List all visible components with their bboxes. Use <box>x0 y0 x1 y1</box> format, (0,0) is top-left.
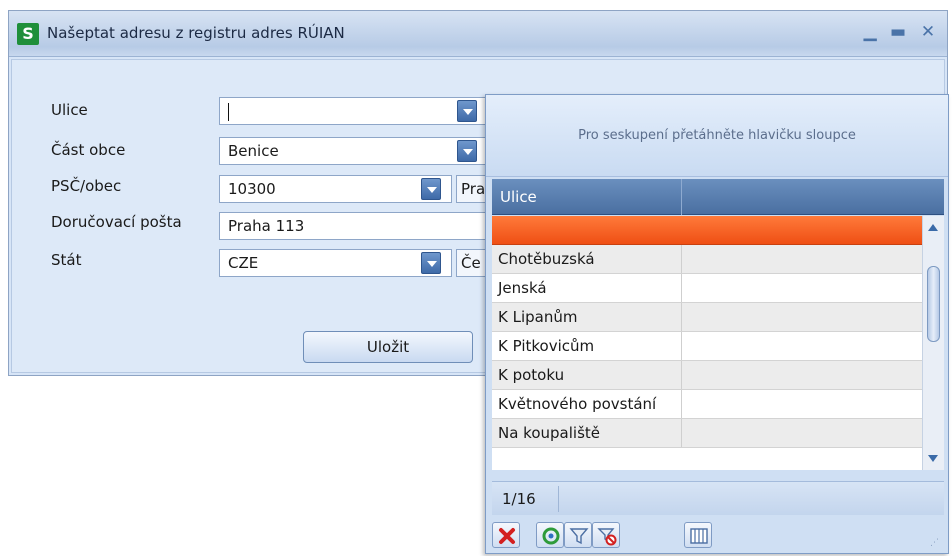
zip-input[interactable]: 10300 <box>219 175 452 203</box>
street-label: Ulice <box>51 101 88 119</box>
city-value: Pra <box>461 180 486 198</box>
country-code-value: CZE <box>228 254 259 272</box>
maximize-icon[interactable]: ▬ <box>887 21 909 43</box>
post-office-value: Praha 113 <box>228 217 305 235</box>
minimize-icon[interactable]: ▁ <box>859 21 881 43</box>
street-name-cell: K Pitkovicům <box>492 332 682 360</box>
zip-value: 10300 <box>228 180 276 198</box>
close-icon[interactable]: ✕ <box>917 21 939 43</box>
app-logo-icon: S <box>17 23 39 45</box>
clear-filter-button[interactable] <box>592 522 620 548</box>
list-item[interactable]: Jenská <box>492 274 922 303</box>
country-name-value: Če <box>461 254 481 272</box>
street-name-cell: Na koupaliště <box>492 419 682 447</box>
list-item[interactable]: Na koupaliště <box>492 419 922 448</box>
clear-button[interactable] <box>492 522 520 548</box>
post-office-label: Doručovací pošta <box>51 213 182 231</box>
list-item[interactable]: K Lipanům <box>492 303 922 332</box>
zip-city-label: PSČ/obec <box>51 177 122 195</box>
title-bar[interactable]: S Našeptat adresu z registru adres RÚIAN… <box>9 11 947 57</box>
street-name-cell: K Lipanům <box>492 303 682 331</box>
resize-grip-icon[interactable]: ⋰ <box>930 538 940 548</box>
list-item[interactable]: Chotěbuzská <box>492 245 922 274</box>
street-input[interactable] <box>219 97 489 125</box>
columns-button[interactable] <box>684 522 712 548</box>
columns-icon <box>690 528 708 544</box>
list-item[interactable]: Květnového povstání <box>492 390 922 419</box>
refresh-button[interactable] <box>536 522 564 548</box>
save-button[interactable]: Uložit <box>303 331 473 363</box>
list-item[interactable] <box>492 216 922 245</box>
pager-divider <box>558 486 559 512</box>
vertical-scrollbar[interactable] <box>922 216 944 470</box>
street-suggestion-popup: Pro seskupení přetáhněte hlavičku sloupc… <box>485 94 949 554</box>
scroll-thumb[interactable] <box>927 266 940 342</box>
country-input[interactable]: CZE <box>219 249 452 277</box>
scroll-up-icon[interactable] <box>928 224 938 231</box>
grid-toolbar: ⋰ <box>492 520 944 552</box>
text-caret <box>228 102 229 121</box>
street-name-cell: K potoku <box>492 361 682 389</box>
clear-filter-icon <box>597 528 617 546</box>
zip-dropdown-icon[interactable] <box>421 178 441 200</box>
street-list: Chotěbuzská Jenská K Lipanům K Pitkovicům K … <box>492 216 922 470</box>
street-name-cell: Květnového povstání <box>492 390 682 418</box>
street-dropdown-icon[interactable] <box>457 100 477 122</box>
group-panel-hint[interactable]: Pro seskupení přetáhněte hlavičku sloupc… <box>486 95 948 177</box>
grid-header: Ulice <box>492 179 944 215</box>
list-item[interactable]: K potoku <box>492 361 922 390</box>
district-input[interactable]: Benice <box>219 137 489 165</box>
list-item[interactable]: K Pitkovicům <box>492 332 922 361</box>
pager: 1/16 <box>492 481 944 515</box>
column-header-street[interactable]: Ulice <box>492 179 682 215</box>
district-dropdown-icon[interactable] <box>457 140 477 162</box>
page-indicator: 1/16 <box>502 490 536 508</box>
clear-icon <box>499 528 515 544</box>
country-dropdown-icon[interactable] <box>421 252 441 274</box>
window-title: Našeptat adresu z registru adres RÚIAN <box>47 24 345 42</box>
country-label: Stát <box>51 251 82 269</box>
scroll-down-icon[interactable] <box>928 455 938 462</box>
filter-icon <box>569 528 589 545</box>
district-value: Benice <box>228 142 279 160</box>
district-label: Část obce <box>51 141 126 159</box>
street-name-cell: Jenská <box>492 274 682 302</box>
street-name-cell <box>492 216 682 244</box>
street-name-cell: Chotěbuzská <box>492 245 682 273</box>
post-office-field[interactable]: Praha 113 <box>219 212 489 240</box>
filter-button[interactable] <box>564 522 592 548</box>
refresh-icon <box>542 527 560 545</box>
